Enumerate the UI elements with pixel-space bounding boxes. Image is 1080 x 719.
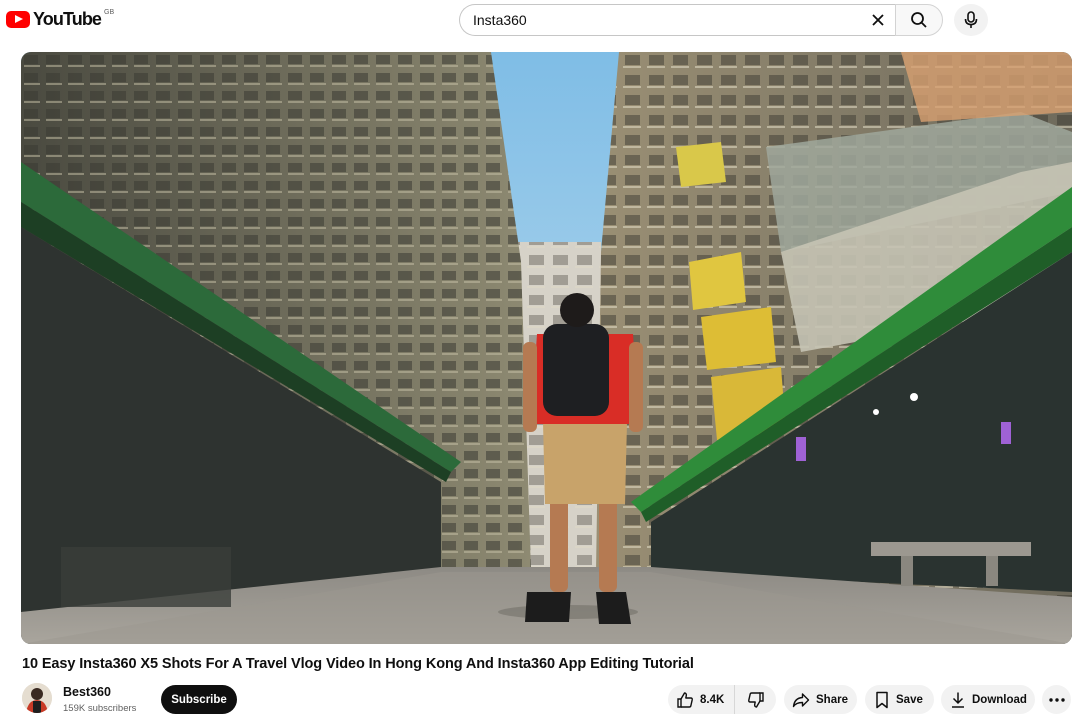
country-code: GB <box>104 9 115 16</box>
like-dislike-group: 8.4K <box>668 685 776 714</box>
share-button[interactable]: Share <box>784 685 857 714</box>
channel-name[interactable]: Best360 <box>63 685 111 699</box>
bookmark-icon <box>876 691 888 708</box>
thumbs-up-icon <box>677 691 693 708</box>
video-title: 10 Easy Insta360 X5 Shots For A Travel V… <box>22 656 694 672</box>
microphone-icon <box>964 11 978 28</box>
more-horizontal-icon <box>1048 697 1065 702</box>
search-box[interactable]: Insta360 <box>459 4 895 36</box>
video-player[interactable] <box>21 52 1072 644</box>
dislike-button[interactable] <box>735 685 776 714</box>
like-count: 8.4K <box>700 693 725 706</box>
masthead: YouTube GB Insta360 <box>0 0 1080 40</box>
voice-search-button[interactable] <box>954 4 988 36</box>
thumbs-down-icon <box>747 691 764 708</box>
logo-text: YouTube <box>33 9 102 29</box>
youtube-logo-icon <box>6 11 30 28</box>
search-icon <box>911 12 927 28</box>
avatar-image <box>22 683 52 713</box>
search-input[interactable]: Insta360 <box>460 12 861 28</box>
more-actions-button[interactable] <box>1042 685 1071 714</box>
close-icon <box>872 14 884 26</box>
share-arrow-icon <box>792 692 810 707</box>
subscriber-count: 159K subscribers <box>63 703 137 714</box>
save-button[interactable]: Save <box>865 685 934 714</box>
save-label: Save <box>896 693 923 706</box>
search-button[interactable] <box>895 4 943 36</box>
youtube-logo[interactable]: YouTube GB <box>6 8 114 31</box>
like-button[interactable]: 8.4K <box>668 685 735 714</box>
video-frame <box>21 52 1072 644</box>
download-button[interactable]: Download <box>941 685 1035 714</box>
clear-search-button[interactable] <box>861 5 895 35</box>
subscribe-button[interactable]: Subscribe <box>161 685 237 714</box>
download-label: Download <box>972 693 1027 706</box>
channel-avatar[interactable] <box>22 683 52 713</box>
download-icon <box>952 692 964 708</box>
share-label: Share <box>816 693 848 706</box>
